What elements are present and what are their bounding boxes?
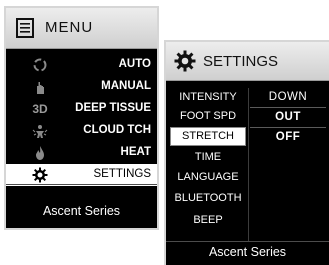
settings-item-time[interactable]: TIME [170,148,246,167]
menu-list-icon [16,18,34,38]
settings-item-intensity[interactable]: INTENSITY [170,88,246,107]
settings-item-language[interactable]: LANGUAGE [170,168,246,187]
menu-item-settings[interactable]: SETTINGS [6,164,157,186]
menu-item-cloud-tch[interactable]: CLOUD TCH [6,120,157,142]
menu-item-auto[interactable]: AUTO [6,54,157,76]
settings-header: SETTINGS [166,42,329,81]
option-out[interactable]: OUT [250,108,326,128]
cloud-touch-icon [32,125,48,138]
gear-icon [174,50,196,72]
option-off[interactable]: OFF [250,128,326,147]
menu-item-manual[interactable]: MANUAL [6,76,157,98]
menu-item-label: MANUAL [101,80,151,92]
settings-screen: SETTINGS INTENSITY FOOT SPD STRETCH TIME… [164,40,329,265]
menu-screen: MENU AUTO MANUAL 3D DEEP TISSUE CLOUD TC… [4,6,159,230]
option-down[interactable]: DOWN [250,88,326,108]
settings-item-foot-spd[interactable]: FOOT SPD [170,107,246,126]
settings-item-bluetooth[interactable]: BLUETOOTH [170,189,246,208]
divider [166,241,329,242]
auto-cycle-icon [33,58,47,72]
menu-item-label: SETTINGS [93,168,151,180]
divider [6,184,157,185]
brand-footer: Ascent Series [208,245,287,259]
menu-item-heat[interactable]: HEAT [6,142,157,164]
menu-item-deep-tissue[interactable]: 3D DEEP TISSUE [6,98,157,120]
gear-icon [32,167,48,183]
brand-footer: Ascent Series [42,204,121,218]
menu-item-label: HEAT [120,146,151,158]
menu-item-label: AUTO [118,58,151,70]
menu-header: MENU [6,8,157,49]
menu-item-label: DEEP TISSUE [75,102,151,114]
column-divider [248,88,249,241]
settings-title: SETTINGS [203,53,279,70]
menu-item-label: CLOUD TCH [83,124,151,136]
manual-hand-icon [37,82,44,94]
3d-icon: 3D [32,102,48,116]
menu-title: MENU [45,19,94,36]
settings-item-beep[interactable]: BEEP [170,211,246,230]
flame-icon [36,146,44,160]
settings-item-stretch[interactable]: STRETCH [170,127,246,146]
